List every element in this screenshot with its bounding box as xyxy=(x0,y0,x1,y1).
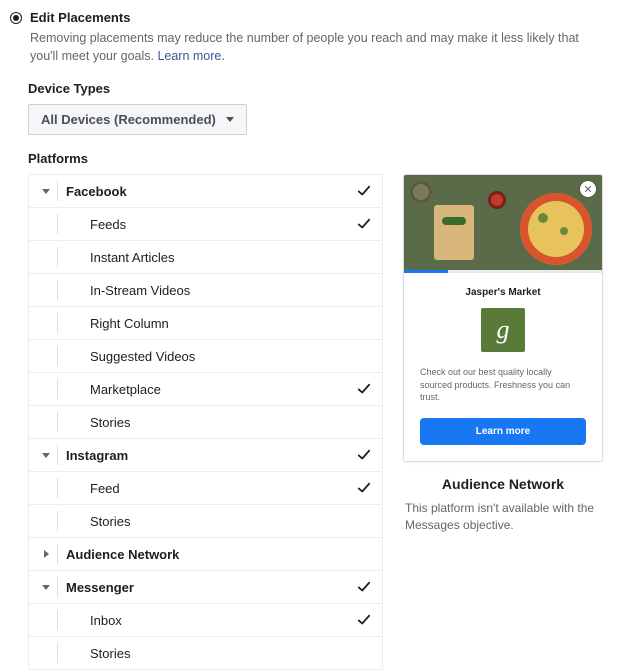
platform-group-label: Messenger xyxy=(60,580,356,595)
platform-item-label: Right Column xyxy=(60,316,356,331)
platform-item-label: Suggested Videos xyxy=(60,349,356,364)
platform-item-label: Feeds xyxy=(60,217,356,232)
ad-preview-card: ✕ Jasper's Market g Check out our best q… xyxy=(403,174,603,462)
divider xyxy=(57,511,58,531)
platform-item-label: Stories xyxy=(60,415,356,430)
platform-group-facebook[interactable]: Facebook xyxy=(29,175,382,208)
platform-item[interactable]: Feeds xyxy=(29,208,382,241)
checkmark-icon[interactable] xyxy=(356,580,372,594)
platform-item[interactable]: Inbox xyxy=(29,604,382,637)
description-text: Removing placements may reduce the numbe… xyxy=(30,31,579,63)
ad-hero-image xyxy=(404,175,602,270)
preview-title: Audience Network xyxy=(403,476,603,492)
platform-item[interactable]: In-Stream Videos xyxy=(29,274,382,307)
platform-item[interactable]: Stories xyxy=(29,406,382,439)
divider xyxy=(57,445,58,465)
chevron-down-icon xyxy=(42,453,50,458)
platform-group-label: Audience Network xyxy=(60,547,356,562)
ad-brand-logo: g xyxy=(481,308,525,352)
divider xyxy=(57,610,58,630)
device-types-label: Device Types xyxy=(28,81,606,96)
ad-body-text: Check out our best quality locally sourc… xyxy=(420,366,586,404)
preview-panel: ✕ Jasper's Market g Check out our best q… xyxy=(403,174,603,533)
preview-description: This platform isn't available with the M… xyxy=(403,500,603,534)
chevron-down-icon xyxy=(42,585,50,590)
device-types-dropdown[interactable]: All Devices (Recommended) xyxy=(28,104,247,135)
divider xyxy=(57,214,58,234)
platform-item[interactable]: Right Column xyxy=(29,307,382,340)
checkmark-icon[interactable] xyxy=(356,613,372,627)
platform-group-messenger[interactable]: Messenger xyxy=(29,571,382,604)
platform-item[interactable]: Suggested Videos xyxy=(29,340,382,373)
platform-group-audience-network[interactable]: Audience Network xyxy=(29,538,382,571)
divider xyxy=(57,478,58,498)
learn-more-link[interactable]: Learn more. xyxy=(157,49,224,63)
chevron-down-icon xyxy=(42,189,50,194)
divider xyxy=(57,313,58,333)
platform-item[interactable]: Feed xyxy=(29,472,382,505)
divider xyxy=(57,280,58,300)
platform-group-label: Instagram xyxy=(60,448,356,463)
divider xyxy=(57,577,58,597)
platform-item-label: Stories xyxy=(60,646,356,661)
platforms-label: Platforms xyxy=(28,151,606,166)
divider xyxy=(57,181,58,201)
platform-item-label: Stories xyxy=(60,514,356,529)
checkmark-icon[interactable] xyxy=(356,382,372,396)
divider xyxy=(57,346,58,366)
divider xyxy=(57,643,58,663)
ad-cta-button[interactable]: Learn more xyxy=(420,418,586,445)
platform-item-label: Inbox xyxy=(60,613,356,628)
checkmark-icon[interactable] xyxy=(356,481,372,495)
platform-item[interactable]: Stories xyxy=(29,505,382,538)
platform-group-instagram[interactable]: Instagram xyxy=(29,439,382,472)
ad-brand-name: Jasper's Market xyxy=(420,287,586,298)
divider xyxy=(57,412,58,432)
platform-item[interactable]: Marketplace xyxy=(29,373,382,406)
platform-item[interactable]: Instant Articles xyxy=(29,241,382,274)
platforms-tree: Facebook Feeds Instant Articles In-Stream V… xyxy=(28,174,383,670)
chevron-right-icon xyxy=(44,550,49,558)
platform-group-label: Facebook xyxy=(60,184,356,199)
edit-placements-radio[interactable] xyxy=(10,12,22,24)
caret-down-icon xyxy=(226,117,234,122)
platform-item[interactable]: Stories xyxy=(29,637,382,670)
checkmark-icon[interactable] xyxy=(356,448,372,462)
checkmark-icon[interactable] xyxy=(356,217,372,231)
checkmark-icon[interactable] xyxy=(356,184,372,198)
divider xyxy=(57,544,58,564)
device-types-selected: All Devices (Recommended) xyxy=(41,112,216,127)
platform-item-label: Marketplace xyxy=(60,382,356,397)
platform-item-label: Feed xyxy=(60,481,356,496)
platform-item-label: Instant Articles xyxy=(60,250,356,265)
divider xyxy=(57,247,58,267)
platform-item-label: In-Stream Videos xyxy=(60,283,356,298)
section-title: Edit Placements xyxy=(30,10,606,25)
section-description: Removing placements may reduce the numbe… xyxy=(30,29,590,65)
divider xyxy=(57,379,58,399)
